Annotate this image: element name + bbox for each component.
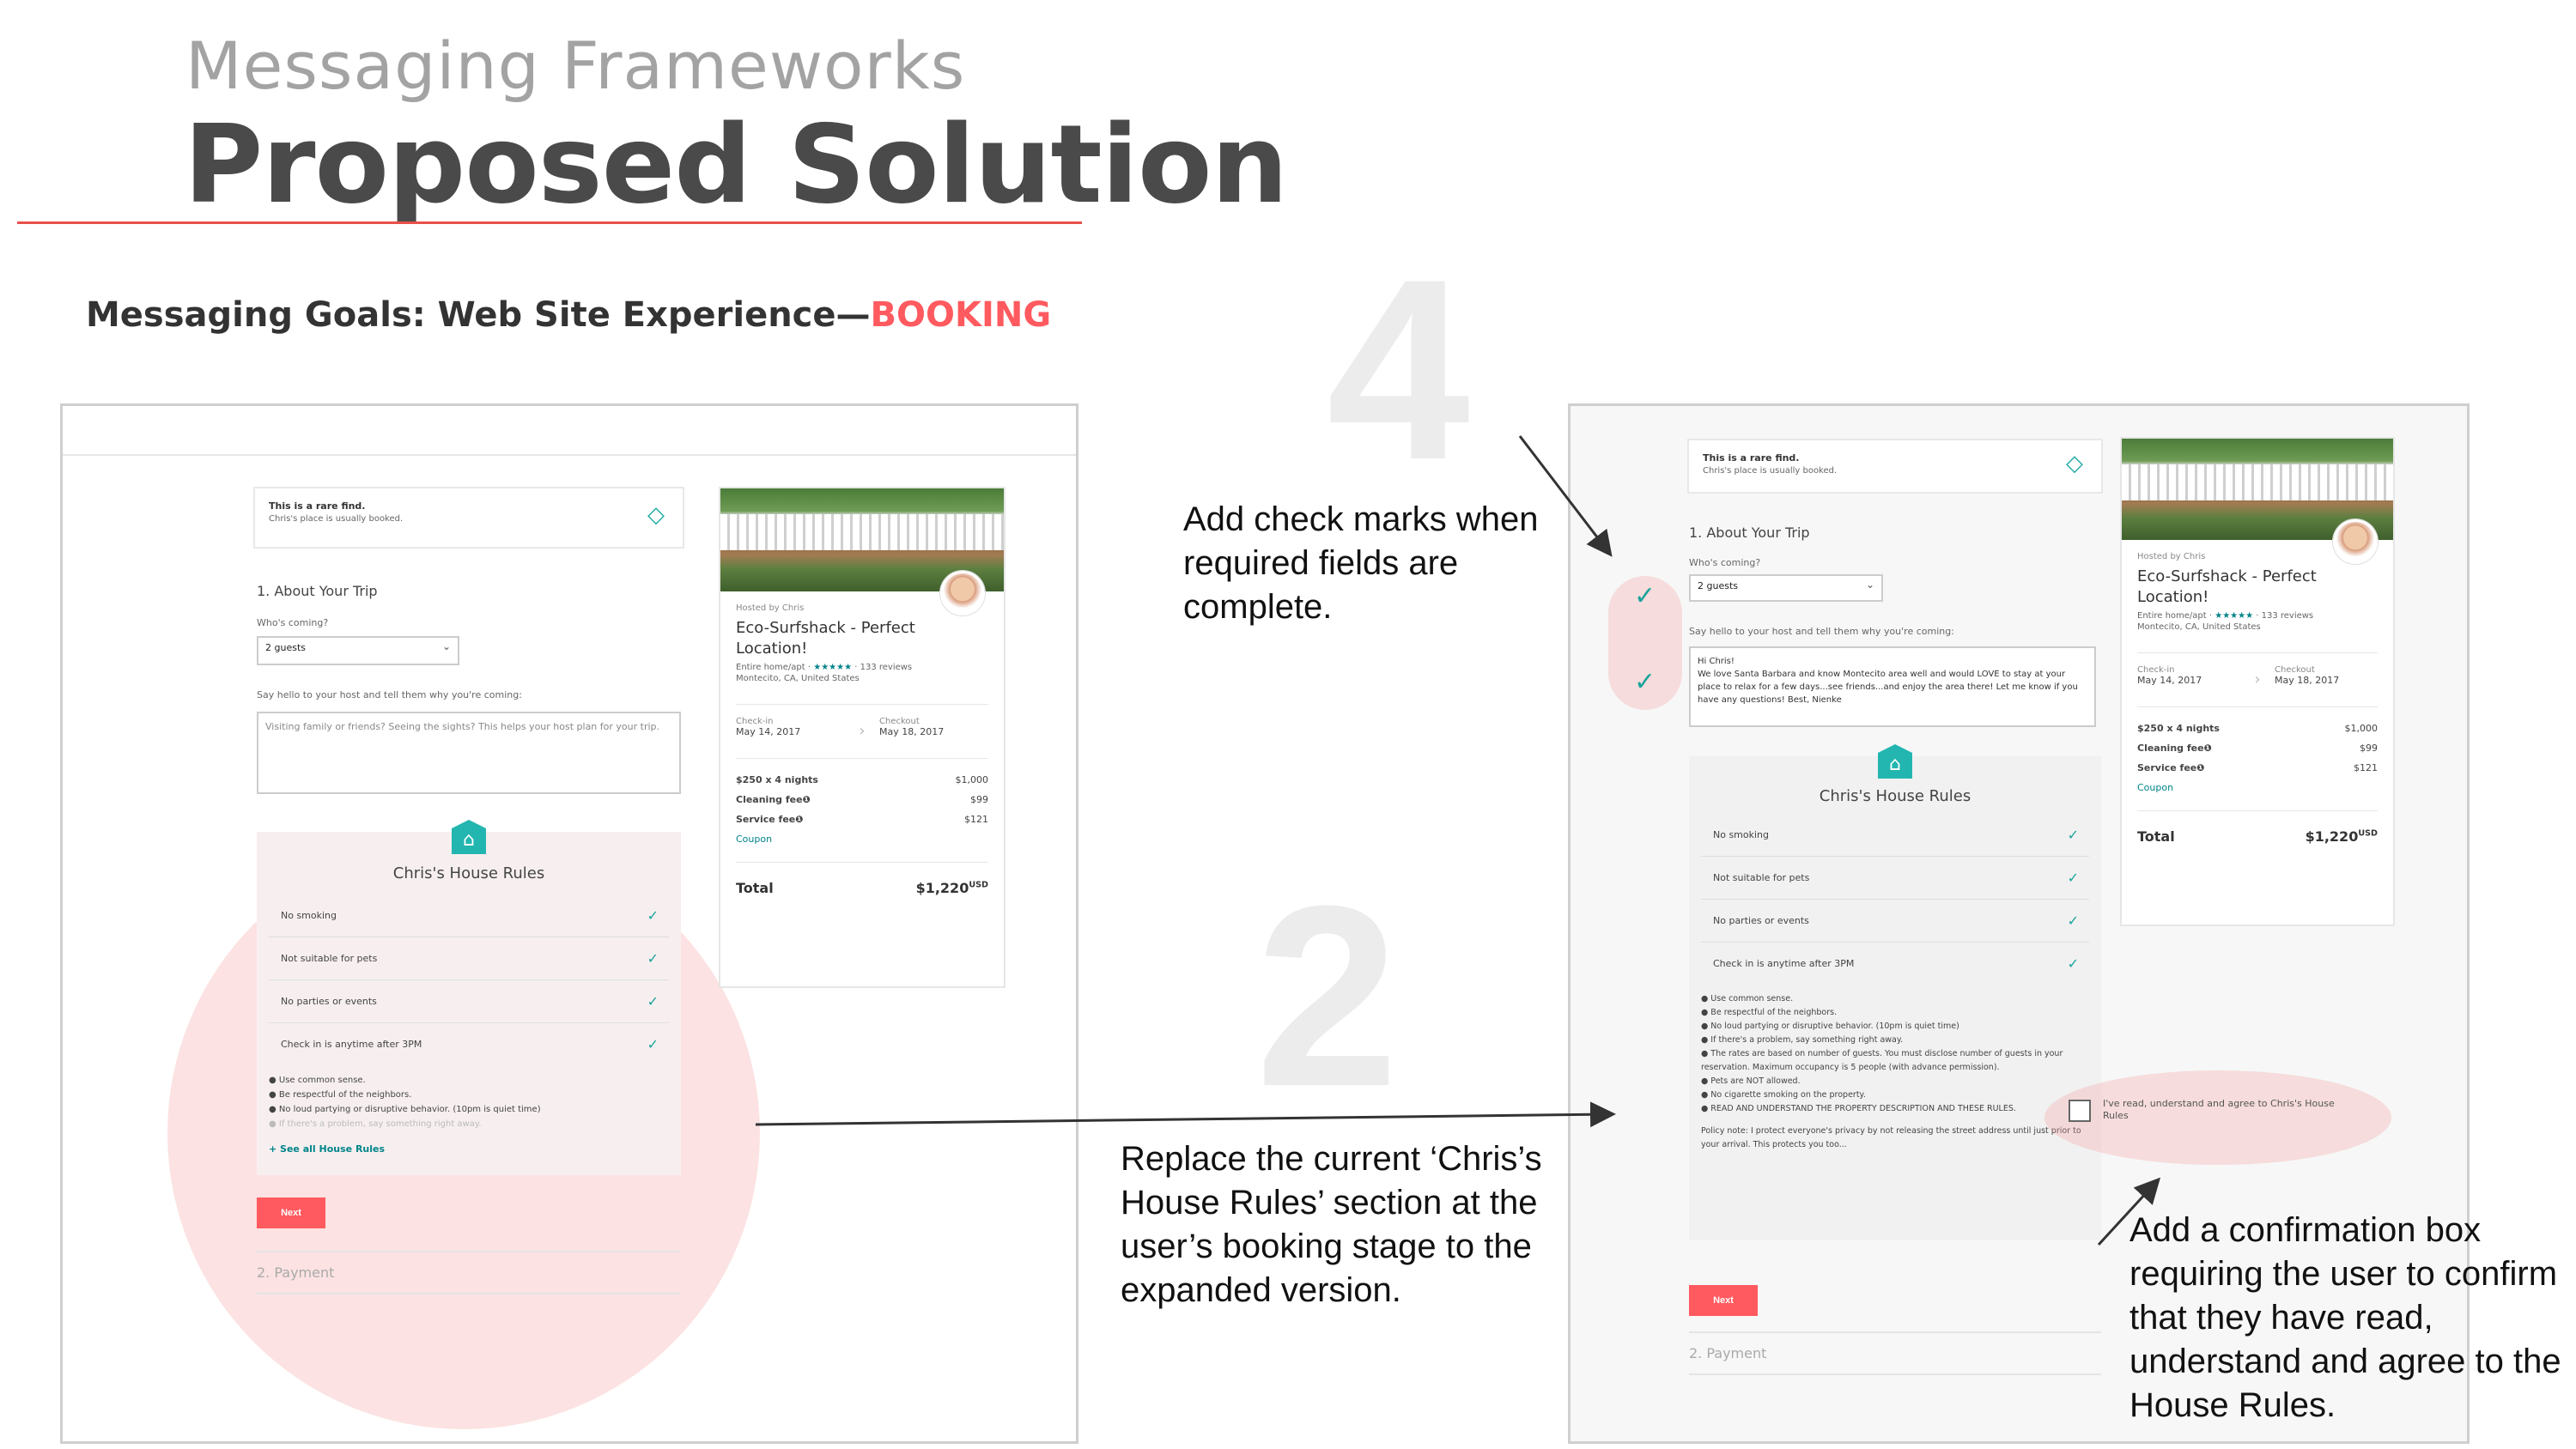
arrow-to-expanded-rules	[755, 1101, 1616, 1128]
annotation-arrows	[755, 435, 2161, 1246]
arrow-to-checkmarks	[1518, 435, 1613, 557]
arrow-to-confirmation	[2097, 1177, 2161, 1246]
